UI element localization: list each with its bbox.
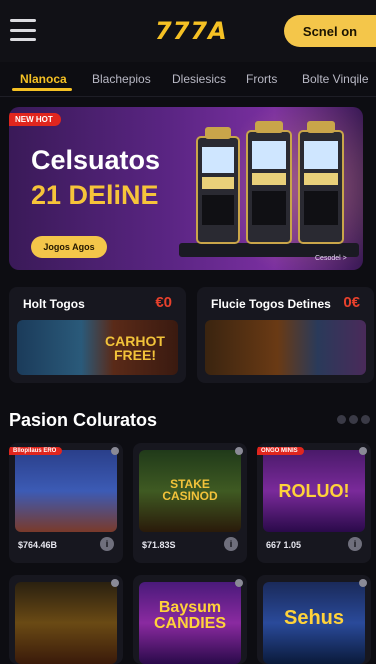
game-thumbnail: STAKE CASINOD bbox=[139, 450, 241, 532]
favorite-icon[interactable] bbox=[111, 579, 119, 587]
game-art-text: STAKE CASINOD bbox=[162, 477, 218, 503]
game-jackpot: $71.83S bbox=[142, 540, 176, 550]
tab-blackjack[interactable]: Blachepios bbox=[92, 72, 151, 86]
category-count: €0 bbox=[155, 294, 172, 311]
banner-subtitle: 21 DEliNE bbox=[31, 180, 159, 210]
game-thumbnail: Sehus bbox=[263, 582, 365, 664]
game-thumbnail: Baysum CANDIES bbox=[139, 582, 241, 664]
game-card[interactable]: ROLUO! ONGO MINIS 667 1.05 i bbox=[257, 443, 371, 563]
game-badge: Bllopilaus ERO bbox=[9, 447, 63, 455]
game-jackpot: $764.46B bbox=[18, 540, 58, 550]
banner-title: Celsuatos bbox=[31, 145, 161, 175]
category-title: Flucie Togos Detines bbox=[211, 297, 331, 311]
slot-machines-illustration bbox=[179, 121, 359, 257]
game-card[interactable]: Sehus bbox=[257, 575, 371, 664]
category-artwork: CARHOT FREE! bbox=[17, 320, 178, 375]
game-thumbnail bbox=[15, 582, 117, 664]
favorite-icon[interactable] bbox=[235, 447, 243, 455]
banner-cta-button[interactable]: Jogos Agos bbox=[31, 236, 107, 258]
category-count: 0€ bbox=[343, 294, 360, 311]
active-tab-indicator bbox=[12, 88, 72, 91]
game-badge: ONGO MINIS bbox=[257, 447, 304, 455]
favorite-icon[interactable] bbox=[111, 447, 119, 455]
tab-classics[interactable]: Dlesiesics bbox=[172, 72, 226, 86]
section-title: Pasion Coluratos bbox=[9, 410, 158, 430]
category-tabs: Nlanoca Blachepios Dlesiesics Frorts Bol… bbox=[0, 62, 376, 97]
carousel-dots[interactable] bbox=[337, 415, 370, 424]
category-artwork bbox=[205, 320, 366, 375]
game-thumbnail bbox=[15, 450, 117, 532]
favorite-icon[interactable] bbox=[359, 447, 367, 455]
game-thumbnail: ROLUO! bbox=[263, 450, 365, 532]
game-card[interactable] bbox=[9, 575, 123, 664]
game-card[interactable]: Bllopilaus ERO $764.46B i bbox=[9, 443, 123, 563]
game-jackpot: 667 1.05 bbox=[266, 540, 302, 550]
favorite-icon[interactable] bbox=[359, 579, 367, 587]
brand-logo[interactable]: 777A bbox=[155, 17, 228, 45]
info-icon[interactable]: i bbox=[348, 537, 362, 551]
promo-banner[interactable]: NEW HOT Celsuatos 21 DEliNE Jogos Agos C… bbox=[9, 107, 363, 270]
tab-fronts[interactable]: Frorts bbox=[246, 72, 277, 86]
sign-in-button[interactable]: Scnel on bbox=[284, 15, 376, 47]
hamburger-menu-icon[interactable] bbox=[10, 19, 36, 41]
category-art-text: CARHOT FREE! bbox=[105, 333, 165, 363]
category-card-hot-games[interactable]: Holt Togos €0 CARHOT FREE! bbox=[9, 287, 186, 383]
top-header: 777A Scnel on bbox=[0, 0, 376, 62]
game-art-text: Baysum CANDIES bbox=[153, 599, 226, 632]
category-title: Holt Togos bbox=[23, 297, 85, 311]
banner-badge: NEW HOT bbox=[9, 113, 61, 126]
tab-home[interactable]: Nlanoca bbox=[20, 72, 67, 86]
game-card[interactable]: Baysum CANDIES bbox=[133, 575, 247, 664]
category-card-featured-games[interactable]: Flucie Togos Detines 0€ bbox=[197, 287, 374, 383]
game-art-text: Sehus bbox=[283, 607, 345, 629]
banner-caption[interactable]: Cesodel > bbox=[315, 255, 347, 262]
game-card[interactable]: STAKE CASINOD $71.83S i bbox=[133, 443, 247, 563]
tab-live-vinqile[interactable]: Bolte Vinqile bbox=[302, 72, 369, 86]
info-icon[interactable]: i bbox=[224, 537, 238, 551]
favorite-icon[interactable] bbox=[235, 579, 243, 587]
info-icon[interactable]: i bbox=[100, 537, 114, 551]
game-art-text: ROLUO! bbox=[278, 481, 350, 501]
